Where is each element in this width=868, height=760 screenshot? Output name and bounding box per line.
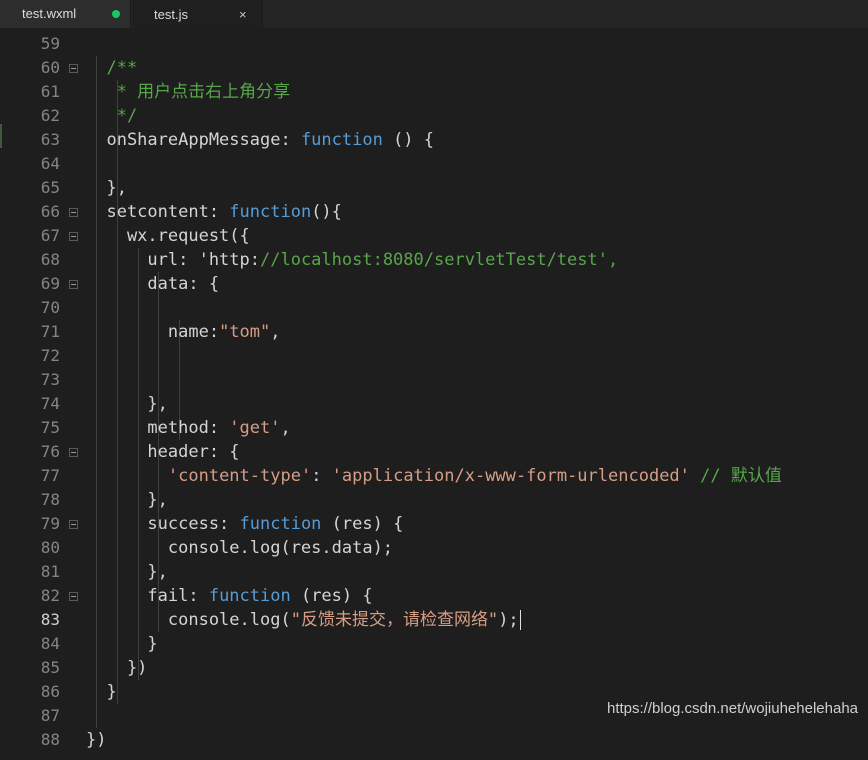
line-number: 66 [40, 202, 60, 221]
line-number: 61 [40, 82, 60, 101]
line-number: 72 [40, 346, 60, 365]
line-number: 67 [40, 226, 60, 245]
line-number: 64 [40, 154, 60, 173]
code-line[interactable]: console.log(res.data); [86, 536, 393, 560]
line-number: 84 [40, 634, 60, 653]
line-number: 77 [40, 466, 60, 485]
tab-bar: test.wxml test.js × [0, 0, 868, 29]
fold-toggle-icon[interactable] [69, 232, 78, 241]
line-number: 86 [40, 682, 60, 701]
line-number: 63 [40, 130, 60, 149]
line-number: 65 [40, 178, 60, 197]
code-line[interactable]: 'content-type': 'application/x-www-form-… [86, 464, 782, 488]
fold-toggle-icon[interactable] [69, 208, 78, 217]
code-line[interactable]: method: 'get', [86, 416, 290, 440]
code-line[interactable]: setcontent: function(){ [86, 200, 341, 224]
line-number: 80 [40, 538, 60, 557]
line-number: 71 [40, 322, 60, 341]
code-line[interactable]: header: { [86, 440, 239, 464]
code-line[interactable]: * 用户点击右上角分享 [86, 80, 290, 104]
code-line[interactable]: }) [86, 656, 147, 680]
line-number: 59 [40, 34, 60, 53]
code-line[interactable]: /** [86, 56, 137, 80]
line-number: 81 [40, 562, 60, 581]
code-line[interactable]: }) [86, 728, 106, 752]
code-line[interactable]: console.log("反馈未提交，请检查网络"); [86, 608, 521, 632]
code-line[interactable]: }, [86, 176, 126, 200]
line-number: 69 [40, 274, 60, 293]
fold-toggle-icon[interactable] [69, 448, 78, 457]
code-line[interactable]: fail: function (res) { [86, 584, 372, 608]
code-line[interactable]: data: { [86, 272, 219, 296]
line-number: 62 [40, 106, 60, 125]
code-line[interactable]: name:"tom", [86, 320, 281, 344]
tab-label: test.wxml [22, 6, 77, 21]
tab-test-wxml[interactable]: test.wxml [0, 0, 131, 28]
fold-toggle-icon[interactable] [69, 280, 78, 289]
code-editor[interactable]: 59 60 61 62 63 64 65 66 67 68 69 70 71 72 73 74 75 76 77 78… [0, 28, 868, 760]
text-cursor [519, 610, 521, 630]
line-number: 82 [40, 586, 60, 605]
tab-test-js[interactable]: test.js × [132, 0, 263, 28]
line-number: 79 [40, 514, 60, 533]
code-line[interactable]: wx.request({ [86, 224, 250, 248]
line-number: 87 [40, 706, 60, 725]
code-line[interactable]: } [86, 632, 157, 656]
line-number: 75 [40, 418, 60, 437]
fold-toggle-icon[interactable] [69, 592, 78, 601]
code-line[interactable]: }, [86, 392, 167, 416]
code-line[interactable]: }, [86, 488, 167, 512]
code-line[interactable]: } [86, 680, 116, 704]
code-line[interactable]: }, [86, 560, 167, 584]
line-number: 76 [40, 442, 60, 461]
line-number: 78 [40, 490, 60, 509]
line-number: 88 [40, 730, 60, 749]
modified-dot-icon [112, 10, 120, 18]
line-number: 83 [40, 610, 60, 629]
watermark: https://blog.csdn.net/wojiuhehelehaha [606, 700, 858, 717]
line-number: 73 [40, 370, 60, 389]
code-line[interactable]: success: function (res) { [86, 512, 403, 536]
code-line[interactable]: onShareAppMessage: function () { [86, 128, 434, 152]
line-number: 68 [40, 250, 60, 269]
code-line[interactable]: url: 'http://localhost:8080/servletTest/… [86, 248, 618, 272]
line-number: 85 [40, 658, 60, 677]
close-icon[interactable]: × [239, 1, 247, 29]
line-number: 60 [40, 58, 60, 77]
line-number: 70 [40, 298, 60, 317]
line-number: 74 [40, 394, 60, 413]
code-line[interactable]: */ [86, 104, 137, 128]
fold-toggle-icon[interactable] [69, 520, 78, 529]
fold-toggle-icon[interactable] [69, 64, 78, 73]
tab-label: test.js [154, 7, 188, 22]
